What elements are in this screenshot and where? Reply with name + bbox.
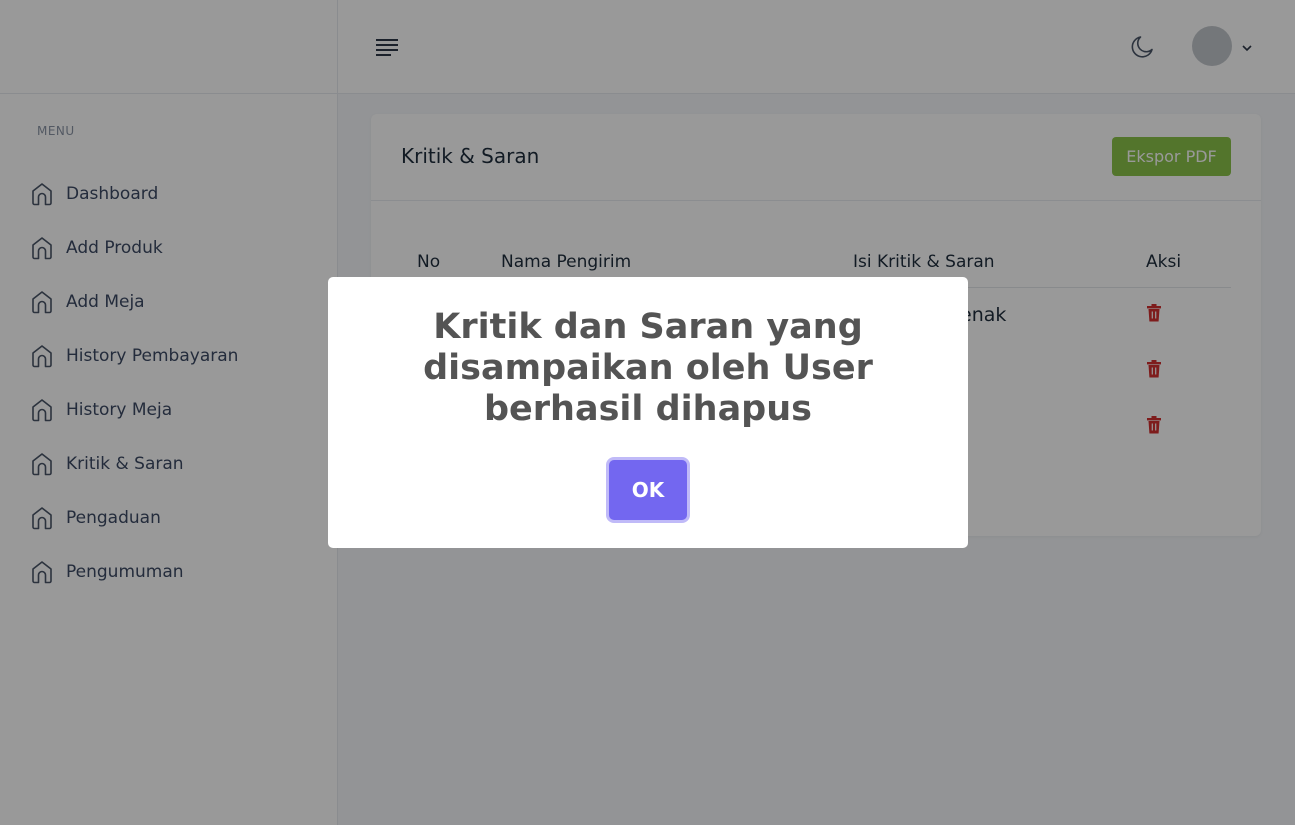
success-dialog: Kritik dan Saran yang disampaikan oleh U…	[328, 277, 968, 548]
ok-button[interactable]: OK	[609, 460, 687, 520]
dialog-message: Kritik dan Saran yang disampaikan oleh U…	[423, 307, 873, 429]
